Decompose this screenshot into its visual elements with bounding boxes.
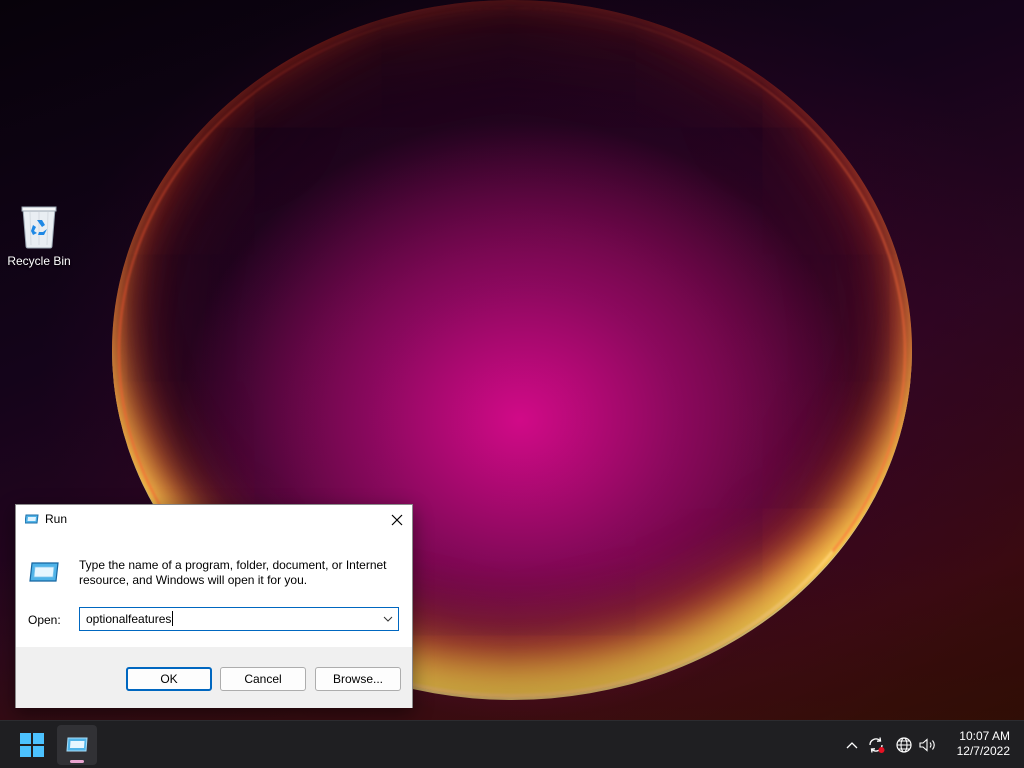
- ok-button[interactable]: OK: [126, 667, 212, 691]
- run-app-icon: [25, 514, 39, 524]
- clock-time: 10:07 AM: [959, 729, 1010, 743]
- chevron-down-icon: [383, 616, 393, 622]
- clock-date: 12/7/2022: [956, 744, 1010, 758]
- run-dialog: Run Type the name of a program, folder, …: [15, 504, 413, 708]
- desktop-icon-recycle-bin[interactable]: Recycle Bin: [4, 200, 74, 274]
- run-footer: OK Cancel Browse...: [16, 647, 412, 708]
- text-cursor: [172, 611, 173, 626]
- run-app-icon: [66, 737, 88, 752]
- taskbar-clock[interactable]: 10:07 AM 12/7/2022: [957, 729, 1010, 759]
- show-hidden-icons-button[interactable]: [841, 733, 863, 757]
- volume-icon: [919, 738, 935, 752]
- windows-logo-icon: [20, 733, 44, 757]
- volume-tray-button[interactable]: [917, 733, 939, 757]
- recycle-bin-icon: [21, 206, 57, 249]
- network-globe-icon: [896, 737, 912, 753]
- open-dropdown-button[interactable]: [378, 608, 398, 630]
- desktop-icon-label: Recycle Bin: [7, 254, 71, 268]
- start-button[interactable]: [12, 725, 52, 765]
- chevron-up-icon: [846, 742, 858, 749]
- running-indicator: [70, 760, 84, 763]
- taskbar-run-app[interactable]: [57, 725, 97, 765]
- sync-icon: [869, 737, 885, 753]
- run-body: Type the name of a program, folder, docu…: [16, 534, 412, 647]
- run-title: Run: [45, 512, 68, 526]
- close-button[interactable]: [382, 505, 412, 534]
- sync-tray-button[interactable]: [865, 733, 887, 757]
- open-label: Open:: [28, 613, 61, 627]
- open-combobox[interactable]: optionalfeatures: [79, 607, 399, 631]
- run-large-icon: [29, 562, 59, 582]
- run-titlebar[interactable]: Run: [16, 505, 412, 534]
- taskbar: 10:07 AM 12/7/2022: [0, 720, 1024, 768]
- run-description: Type the name of a program, folder, docu…: [79, 558, 387, 587]
- close-icon: [391, 514, 403, 525]
- cancel-button[interactable]: Cancel: [220, 667, 306, 691]
- open-input[interactable]: optionalfeatures: [86, 612, 171, 626]
- network-tray-button[interactable]: [893, 733, 915, 757]
- browse-button[interactable]: Browse...: [315, 667, 401, 691]
